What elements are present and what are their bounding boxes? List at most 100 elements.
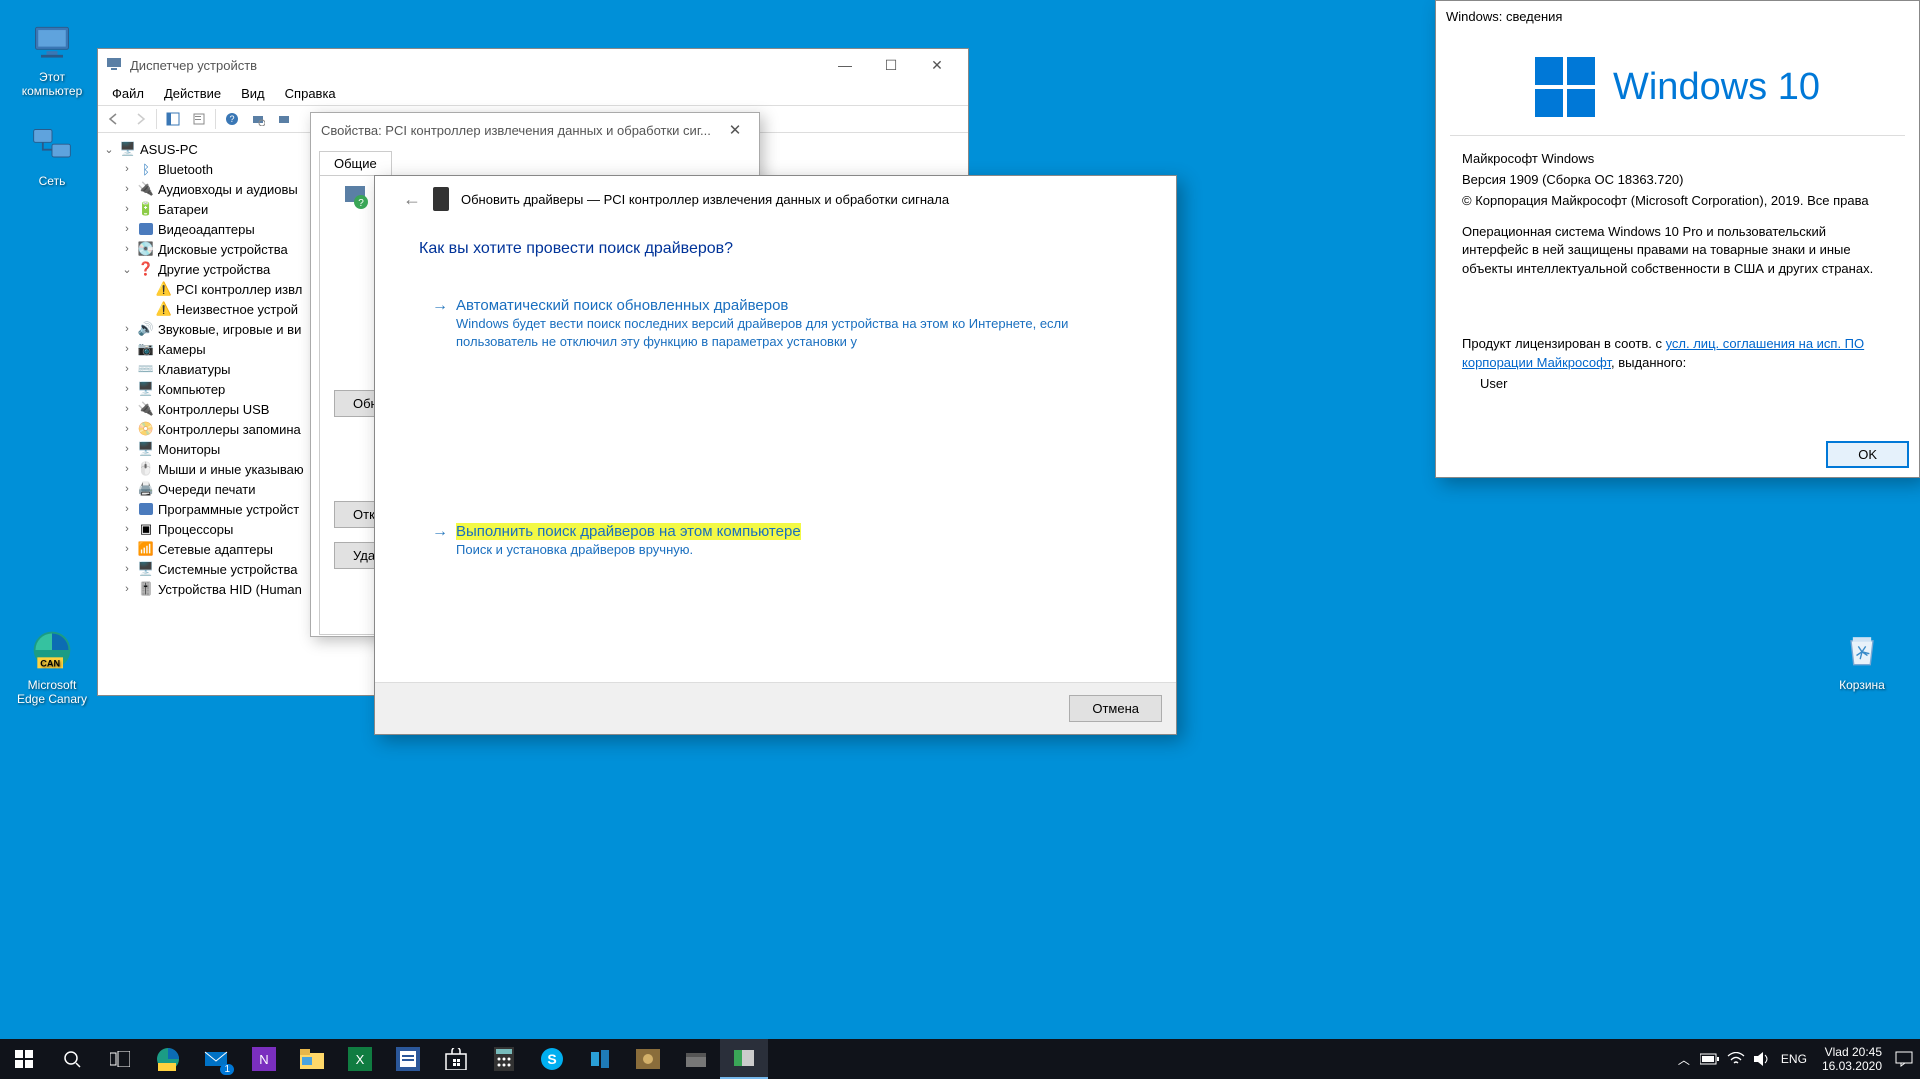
taskbar-excel[interactable]: X bbox=[336, 1039, 384, 1079]
camera-icon: 📷 bbox=[138, 341, 154, 357]
menubar: Файл Действие Вид Справка bbox=[98, 81, 968, 105]
storage-icon: 📀 bbox=[138, 421, 154, 437]
taskbar-calculator[interactable] bbox=[480, 1039, 528, 1079]
desktop-icon-recycle[interactable]: Корзина bbox=[1824, 626, 1900, 692]
keyboard-icon: ⌨️ bbox=[138, 361, 154, 377]
tb-back-icon[interactable] bbox=[102, 107, 126, 131]
close-button[interactable]: ✕ bbox=[914, 50, 960, 80]
other-devices-icon: ❓ bbox=[138, 261, 154, 277]
tray-notifications-icon[interactable] bbox=[1892, 1039, 1916, 1079]
wizard-footer: Отмена bbox=[375, 682, 1176, 734]
computer-icon: 🖥️ bbox=[138, 381, 154, 397]
desktop-icon-network[interactable]: Сеть bbox=[14, 122, 90, 188]
warning-icon: ⚠️ bbox=[156, 281, 172, 297]
tray-chevron-icon[interactable]: ︿ bbox=[1672, 1039, 1696, 1079]
winver-dialog: Windows: сведения Windows 10 Майкрософт … bbox=[1435, 0, 1920, 478]
taskbar-app1[interactable] bbox=[576, 1039, 624, 1079]
menu-help[interactable]: Справка bbox=[277, 84, 344, 103]
bluetooth-icon: ᛒ bbox=[138, 161, 154, 177]
brand-row: Windows 10 bbox=[1436, 31, 1919, 135]
warning-icon: ⚠️ bbox=[156, 301, 172, 317]
maximize-button[interactable]: ☐ bbox=[868, 50, 914, 80]
tb-show-icon[interactable] bbox=[161, 107, 185, 131]
option-browse-computer[interactable]: → Выполнить поиск драйверов на этом компь… bbox=[419, 512, 1132, 570]
usb-icon: 🔌 bbox=[138, 401, 154, 417]
hid-icon: 🎚️ bbox=[138, 581, 154, 597]
software-device-icon bbox=[138, 501, 154, 517]
info-block: Майкрософт Windows Версия 1909 (Сборка О… bbox=[1436, 136, 1919, 410]
option-title: Автоматический поиск обновленных драйвер… bbox=[456, 297, 788, 314]
titlebar[interactable]: Свойства: PCI контроллер извлечения данн… bbox=[311, 113, 759, 147]
tb-props-icon[interactable] bbox=[187, 107, 211, 131]
option-desc: Windows будет вести поиск последних верс… bbox=[456, 315, 1119, 351]
svg-text:X: X bbox=[356, 1052, 365, 1067]
copyright: © Корпорация Майкрософт (Microsoft Corpo… bbox=[1462, 192, 1893, 211]
mail-badge: 1 bbox=[220, 1064, 234, 1075]
device-manager-icon bbox=[106, 55, 122, 76]
tray-battery-icon[interactable] bbox=[1698, 1039, 1722, 1079]
mouse-icon: 🖱️ bbox=[138, 461, 154, 477]
version-build: Версия 1909 (Сборка ОС 18363.720) bbox=[1462, 171, 1893, 190]
menu-action[interactable]: Действие bbox=[156, 84, 229, 103]
titlebar[interactable]: Диспетчер устройств — ☐ ✕ bbox=[98, 49, 968, 81]
wizard-header: ? ← Обновить драйверы — PCI контроллер и… bbox=[375, 176, 1176, 222]
taskbar-app2[interactable] bbox=[624, 1039, 672, 1079]
cancel-button[interactable]: Отмена bbox=[1069, 695, 1162, 722]
titlebar[interactable]: Windows: сведения bbox=[1436, 1, 1919, 31]
tb-help-icon[interactable]: ? bbox=[220, 107, 244, 131]
taskbar-app-active[interactable] bbox=[720, 1039, 768, 1079]
system-tray: ︿ ENG Vlad 20:45 16.03.2020 bbox=[1668, 1039, 1920, 1079]
svg-text:?: ? bbox=[358, 198, 364, 209]
ms-windows: Майкрософт Windows bbox=[1462, 150, 1893, 169]
tray-wifi-icon[interactable] bbox=[1724, 1039, 1748, 1079]
taskbar-word[interactable] bbox=[384, 1039, 432, 1079]
close-button[interactable]: ✕ bbox=[721, 121, 749, 139]
taskbar-store[interactable] bbox=[432, 1039, 480, 1079]
device-stub-icon: ? bbox=[339, 182, 371, 217]
tb-fwd-icon[interactable] bbox=[128, 107, 152, 131]
desktop-icon-edge[interactable]: CAN Microsoft Edge Canary bbox=[14, 626, 90, 706]
label: Этот компьютер bbox=[22, 70, 83, 98]
taskbar-edge[interactable] bbox=[144, 1039, 192, 1079]
option-title: Выполнить поиск драйверов на этом компью… bbox=[456, 523, 801, 540]
taskview-button[interactable] bbox=[96, 1039, 144, 1079]
arrow-icon: → bbox=[432, 523, 448, 540]
menu-file[interactable]: Файл bbox=[104, 84, 152, 103]
taskbar-explorer[interactable] bbox=[288, 1039, 336, 1079]
sound-icon: 🔊 bbox=[138, 321, 154, 337]
tray-language[interactable]: ENG bbox=[1776, 1039, 1812, 1079]
update-driver-wizard: ? ← Обновить драйверы — PCI контроллер и… bbox=[374, 175, 1177, 735]
dialog-title: Свойства: PCI контроллер извлечения данн… bbox=[321, 123, 711, 138]
taskbar-app3[interactable] bbox=[672, 1039, 720, 1079]
search-button[interactable] bbox=[48, 1039, 96, 1079]
tb-scan-icon[interactable] bbox=[246, 107, 270, 131]
back-button[interactable]: ← bbox=[403, 189, 421, 210]
label: Сеть bbox=[39, 174, 66, 188]
taskbar-skype[interactable]: S bbox=[528, 1039, 576, 1079]
tray-volume-icon[interactable] bbox=[1750, 1039, 1774, 1079]
minimize-button[interactable]: — bbox=[822, 50, 868, 80]
start-button[interactable] bbox=[0, 1039, 48, 1079]
network-icon bbox=[28, 122, 76, 170]
menu-view[interactable]: Вид bbox=[233, 84, 273, 103]
brand-text: Windows 10 bbox=[1613, 66, 1820, 109]
ok-button[interactable]: OK bbox=[1826, 441, 1909, 468]
tab-general[interactable]: Общие bbox=[319, 151, 392, 175]
desktop-icon-this-pc[interactable]: Этот компьютер bbox=[14, 18, 90, 98]
option-auto-search[interactable]: →Автоматический поиск обновленных драйве… bbox=[419, 286, 1132, 362]
edge-icon: CAN bbox=[28, 626, 76, 674]
label: Корзина bbox=[1839, 678, 1885, 692]
disk-icon: 💽 bbox=[138, 241, 154, 257]
computer-icon: 🖥️ bbox=[120, 141, 136, 157]
taskbar-onenote[interactable]: N bbox=[240, 1039, 288, 1079]
dialog-title: Windows: сведения bbox=[1446, 9, 1562, 24]
windows-logo-icon bbox=[1535, 57, 1595, 117]
tb-tree-icon[interactable] bbox=[272, 107, 296, 131]
label: Microsoft Edge Canary bbox=[17, 678, 87, 706]
tray-date: 16.03.2020 bbox=[1822, 1059, 1882, 1073]
taskbar: 1 N X S ︿ ENG Vlad 20:45 16.03.2020 bbox=[0, 1039, 1920, 1079]
taskbar-mail[interactable]: 1 bbox=[192, 1039, 240, 1079]
tray-clock[interactable]: Vlad 20:45 16.03.2020 bbox=[1814, 1045, 1890, 1074]
wizard-heading: Как вы хотите провести поиск драйверов? bbox=[419, 240, 1132, 258]
option-desc: Поиск и установка драйверов вручную. bbox=[456, 541, 1119, 559]
